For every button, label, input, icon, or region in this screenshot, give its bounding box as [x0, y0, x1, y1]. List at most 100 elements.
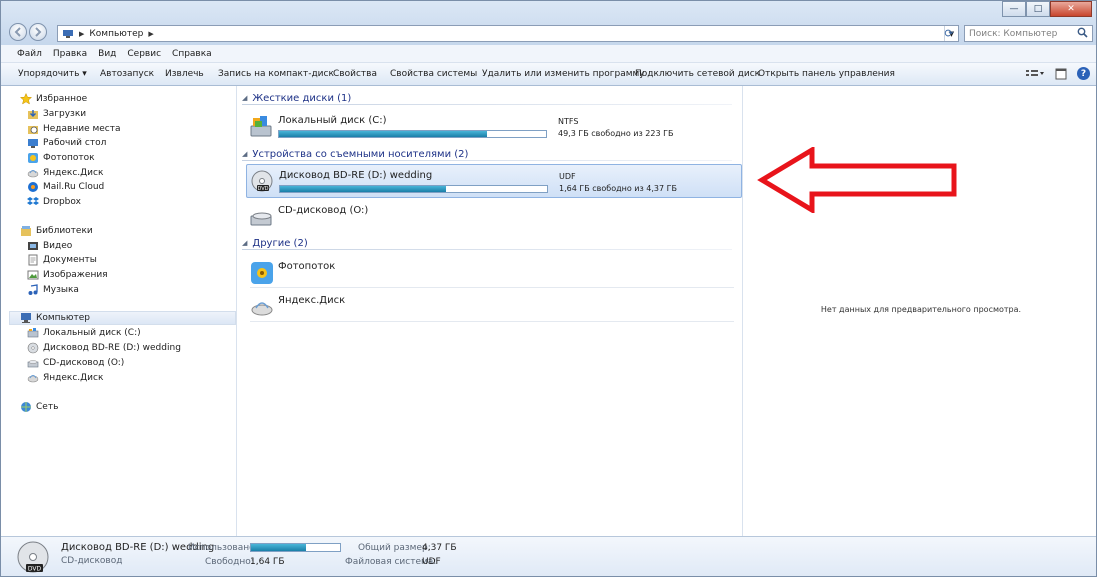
- nav-computer[interactable]: Компьютер: [9, 311, 236, 325]
- group-other[interactable]: ◢ Другие (2): [242, 236, 732, 250]
- details-free-value: 1,64 ГБ: [250, 557, 285, 567]
- nav-yandex-disk[interactable]: Яндекс.Диск: [27, 166, 103, 180]
- dropbox-icon: [27, 197, 39, 205]
- group-hard-disks[interactable]: ◢ Жесткие диски (1): [242, 91, 732, 105]
- nav-desktop[interactable]: Рабочий стол: [27, 136, 106, 150]
- details-used-label: Использовано:: [188, 543, 258, 553]
- back-button[interactable]: [9, 23, 27, 41]
- nav-downloads[interactable]: Загрузки: [27, 107, 86, 121]
- details-total-value: 4,37 ГБ: [422, 543, 457, 553]
- nav-mailru-cloud[interactable]: Mail.Ru Cloud: [27, 180, 104, 194]
- menu-view[interactable]: Вид: [98, 49, 116, 59]
- nav-yandex-disk-computer-label: Яндекс.Диск: [43, 373, 104, 383]
- hard-drive-icon: [27, 328, 39, 338]
- nav-yandex-disk-computer[interactable]: Яндекс.Диск: [27, 371, 103, 385]
- drive-c[interactable]: Локальный диск (C:) NTFS 49,3 ГБ свободн…: [246, 110, 742, 144]
- window-controls: — □ ✕: [1002, 1, 1092, 19]
- forward-button[interactable]: [29, 23, 47, 41]
- menu-edit[interactable]: Правка: [53, 49, 87, 59]
- address-bar[interactable]: ▶ Компьютер ▶ ▼: [57, 25, 959, 42]
- nav-documents[interactable]: Документы: [27, 253, 97, 267]
- group-hard-disks-label: Жесткие диски (1): [252, 92, 352, 104]
- menu-file[interactable]: Файл: [17, 49, 42, 59]
- details-free-label: Свободно:: [205, 557, 254, 567]
- forward-arrow-icon: [35, 27, 42, 37]
- explorer-window: — □ ✕ ▶ Компьютер ▶ ▼ ⟳ Поиск: Компьютер…: [0, 0, 1097, 577]
- drive-d-filesystem: UDF: [559, 172, 576, 181]
- computer-icon: [21, 313, 31, 323]
- drive-c-filesystem: NTFS: [558, 117, 579, 126]
- nav-pictures[interactable]: Изображения: [27, 268, 108, 282]
- autoplay-button[interactable]: Автозапуск: [100, 69, 154, 79]
- nav-video[interactable]: Видео: [27, 239, 72, 253]
- uninstall-program-button[interactable]: Удалить или изменить программу: [482, 69, 645, 79]
- refresh-icon[interactable]: ⟳: [939, 25, 959, 42]
- minimize-button[interactable]: —: [1002, 1, 1026, 17]
- nav-computer-label: Компьютер: [36, 313, 90, 323]
- view-options-icon[interactable]: [1025, 68, 1045, 80]
- nav-favorites[interactable]: Избранное: [20, 92, 87, 106]
- drive-d-free-space: 1,64 ГБ свободно из 4,37 ГБ: [559, 184, 678, 193]
- star-icon: [20, 93, 32, 105]
- documents-library-icon: [28, 254, 38, 266]
- nav-yandex-disk-label: Яндекс.Диск: [43, 168, 104, 178]
- nav-music[interactable]: Музыка: [27, 283, 79, 297]
- yandex-disk-icon: [251, 302, 273, 316]
- yandex-disk-icon: [27, 375, 39, 383]
- organize-button[interactable]: Упорядочить ▾: [18, 69, 87, 79]
- drive-d[interactable]: DVD Дисковод BD-RE (D:) wedding UDF 1,64…: [246, 164, 742, 198]
- nav-photostream[interactable]: Фотопоток: [27, 151, 95, 165]
- eject-button[interactable]: Извлечь: [165, 69, 204, 79]
- item-photostream[interactable]: Фотопоток: [246, 256, 742, 290]
- nav-cd-drive-o[interactable]: CD-дисковод (O:): [27, 356, 124, 370]
- breadcrumb-chevron-icon[interactable]: ▶: [148, 30, 153, 38]
- menu-tools[interactable]: Сервис: [127, 49, 161, 59]
- breadcrumb-chevron-icon[interactable]: ▶: [79, 30, 84, 38]
- system-properties-button[interactable]: Свойства системы: [390, 69, 477, 79]
- help-icon[interactable]: ?: [1077, 67, 1090, 80]
- dvd-drive-icon: DVD: [251, 170, 273, 192]
- video-library-icon: [28, 242, 38, 250]
- nav-libraries[interactable]: Библиотеки: [20, 224, 93, 238]
- nav-cd-drive-o-label: CD-дисковод (O:): [43, 358, 125, 368]
- nav-bd-drive-d-label: Дисковод BD-RE (D:) wedding: [43, 343, 181, 353]
- group-divider: [242, 104, 732, 105]
- group-removable[interactable]: ◢ Устройства со съемными носителями (2): [242, 147, 732, 161]
- item-yandex-disk[interactable]: Яндекс.Диск: [246, 290, 742, 324]
- search-input[interactable]: Поиск: Компьютер: [964, 25, 1093, 42]
- burn-button[interactable]: Запись на компакт-диск: [218, 69, 334, 79]
- nav-downloads-label: Загрузки: [43, 109, 87, 119]
- nav-network[interactable]: Сеть: [20, 400, 58, 414]
- preview-pane-icon[interactable]: [1055, 68, 1067, 80]
- menu-help[interactable]: Справка: [172, 49, 212, 59]
- breadcrumb-computer[interactable]: Компьютер: [89, 29, 143, 39]
- maximize-button[interactable]: □: [1026, 1, 1050, 17]
- drive-o-name: CD-дисковод (O:): [278, 205, 369, 216]
- downloads-folder-icon: [28, 110, 38, 119]
- group-divider: [242, 160, 732, 161]
- details-total-label: Общий размер:: [358, 543, 431, 553]
- drive-c-usage-bar: [278, 130, 547, 138]
- close-button[interactable]: ✕: [1050, 1, 1092, 17]
- collapse-triangle-icon[interactable]: ◢: [242, 239, 247, 247]
- collapse-triangle-icon[interactable]: ◢: [242, 94, 247, 102]
- cd-drive-icon: [250, 212, 272, 226]
- search-icon[interactable]: [1077, 27, 1088, 38]
- drive-d-usage-bar: [279, 185, 548, 193]
- map-network-drive-button[interactable]: Подключить сетевой диск: [635, 69, 760, 79]
- computer-icon: [63, 29, 73, 38]
- nav-dropbox[interactable]: Dropbox: [27, 195, 81, 209]
- nav-documents-label: Документы: [43, 255, 97, 265]
- properties-button[interactable]: Свойства: [333, 69, 377, 79]
- navigation-pane: Избранное Загрузки Недавние места Рабочи…: [1, 86, 237, 536]
- photostream-icon: [28, 153, 38, 163]
- nav-recent-places[interactable]: Недавние места: [27, 122, 121, 136]
- drive-c-name: Локальный диск (C:): [278, 115, 387, 126]
- nav-local-disk-c[interactable]: Локальный диск (C:): [27, 326, 141, 340]
- hard-drive-icon: [250, 116, 272, 137]
- open-control-panel-button[interactable]: Открыть панель управления: [758, 69, 895, 79]
- nav-bd-drive-d[interactable]: Дисковод BD-RE (D:) wedding: [27, 341, 181, 355]
- drive-o[interactable]: CD-дисковод (O:): [246, 200, 742, 234]
- collapse-triangle-icon[interactable]: ◢: [242, 150, 247, 158]
- photostream-name: Фотопоток: [278, 261, 336, 272]
